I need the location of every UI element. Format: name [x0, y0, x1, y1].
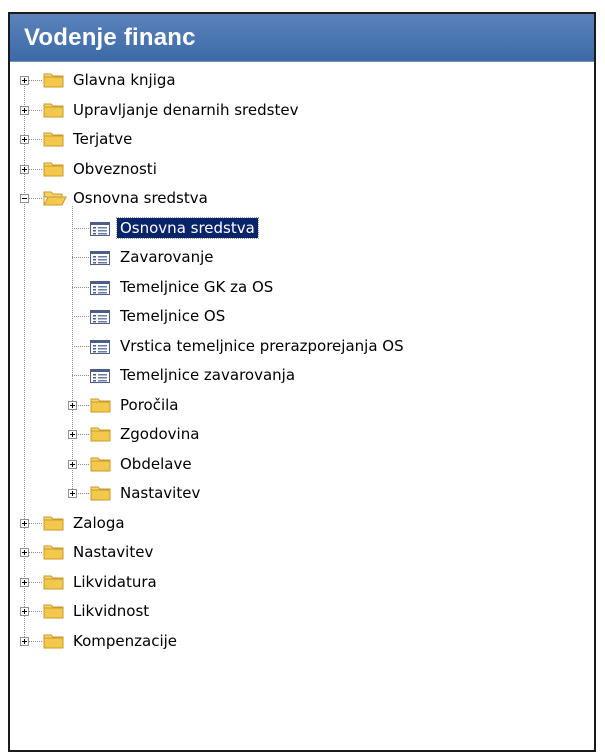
expand-toggle-icon[interactable] [68, 459, 77, 469]
tree-item-label: Obdelave [120, 454, 192, 473]
tree-item-label: Osnovna sredstva [116, 216, 259, 239]
tree-item-glavna-knjiga[interactable]: Glavna knjiga [70, 67, 179, 93]
tree-item-label: Glavna knjiga [73, 71, 176, 89]
folder-icon [43, 514, 65, 535]
expand-toggle-icon[interactable] [20, 518, 29, 528]
tree-connector [72, 316, 89, 317]
tree-item-porocila[interactable]: Poročila [117, 392, 181, 418]
tree-item-osnovna-sredstva[interactable]: Osnovna sredstva [116, 215, 259, 241]
tree-item-label: Obveznosti [73, 159, 157, 178]
expand-toggle-icon[interactable] [20, 577, 29, 587]
expand-toggle-icon[interactable] [20, 164, 29, 174]
expand-toggle-icon[interactable] [68, 400, 77, 410]
folder-icon [43, 71, 65, 92]
form-icon [90, 309, 110, 328]
tree-item-vrstica-temeljnice-prerazporejanja-os[interactable]: Vrstica temeljnice prerazporejanja OS [117, 333, 407, 359]
folder-icon [43, 160, 65, 181]
expand-toggle-icon[interactable] [20, 105, 29, 115]
tree-connector [72, 375, 89, 376]
tree-connector [72, 257, 89, 258]
tree-item-zavarovanje[interactable]: Zavarovanje [117, 244, 217, 270]
expand-toggle-icon[interactable] [20, 135, 29, 144]
tree-item-label: Zaloga [73, 513, 125, 532]
tree-item-label: Temeljnice OS [120, 307, 226, 325]
form-icon [90, 250, 110, 269]
expand-toggle-icon[interactable] [20, 76, 29, 85]
form-icon [90, 368, 110, 387]
folder-icon [43, 130, 65, 151]
tree-item-label: Temeljnice GK za OS [120, 277, 274, 296]
folder-icon [43, 632, 65, 653]
form-icon [90, 339, 110, 358]
tree-item-label: Osnovna sredstva [73, 189, 208, 207]
expand-toggle-icon[interactable] [20, 607, 29, 616]
tree-item-terjatve[interactable]: Terjatve [70, 126, 135, 152]
tree-item-zgodovina[interactable]: Zgodovina [117, 421, 202, 447]
tree-item-temeljnice-zavarovanja[interactable]: Temeljnice zavarovanja [117, 362, 298, 388]
tree-item-label: Likvidatura [73, 572, 157, 591]
tree-item-likvidatura[interactable]: Likvidatura [70, 569, 160, 595]
expand-toggle-icon[interactable] [20, 636, 29, 646]
pane-title-bar: Vodenje financ [10, 14, 594, 62]
tree-connector [72, 286, 89, 288]
tree-item-label: Zgodovina [120, 425, 200, 443]
tree-item-label: Nastavitev [73, 543, 154, 561]
tree-item-temeljnice-gk-za-os[interactable]: Temeljnice GK za OS [117, 274, 276, 300]
tree-guide-line [72, 206, 73, 493]
tree-item-label: Vrstica temeljnice prerazporejanja OS [120, 336, 404, 355]
folder-icon [43, 543, 65, 564]
form-icon [90, 221, 110, 240]
tree-item-obdelave[interactable]: Obdelave [117, 451, 195, 477]
folder-open-icon [43, 189, 67, 210]
tree-item-label: Temeljnice zavarovanja [120, 366, 296, 384]
tree-connector [72, 227, 89, 229]
tree-item-likvidnost[interactable]: Likvidnost [70, 598, 152, 624]
tree-item-label: Poročila [120, 395, 179, 414]
tree-item-osnovna-sredstva[interactable]: Osnovna sredstva [70, 185, 211, 211]
folder-icon [90, 425, 112, 446]
tree-item-nastavitev[interactable]: Nastavitev [70, 539, 156, 565]
tree-item-label: Likvidnost [73, 602, 150, 620]
tree-item-zaloga[interactable]: Zaloga [70, 510, 128, 536]
tree-item-kompenzacije[interactable]: Kompenzacije [70, 628, 180, 654]
tree-item-temeljnice-os[interactable]: Temeljnice OS [117, 303, 228, 329]
navigation-pane: Vodenje financ Glavna knjiga Upravljanje … [8, 12, 596, 752]
tree-item-label: Nastavitev [120, 484, 201, 502]
tree-item-label: Terjatve [73, 130, 133, 148]
expand-toggle-icon[interactable] [68, 430, 77, 439]
folder-icon [90, 455, 112, 476]
form-icon [90, 280, 110, 299]
tree-item-label: Kompenzacije [73, 631, 178, 650]
tree-item-label: Zavarovanje [120, 248, 214, 266]
tree-item-nastavitev[interactable]: Nastavitev [117, 480, 203, 506]
expand-toggle-icon[interactable] [68, 489, 77, 498]
folder-icon [90, 396, 112, 417]
tree-item-label: Upravljanje denarnih sredstev [73, 100, 299, 119]
folder-icon [43, 602, 65, 623]
tree-item-obveznosti[interactable]: Obveznosti [70, 156, 160, 182]
collapse-toggle-icon[interactable] [20, 194, 29, 203]
tree-connector [72, 345, 89, 347]
folder-icon [43, 573, 65, 594]
folder-icon [43, 101, 65, 122]
expand-toggle-icon[interactable] [20, 548, 29, 557]
pane-title: Vodenje financ [24, 23, 196, 51]
folder-icon [90, 484, 112, 505]
tree-item-upravljanje-denarnih-sredstev[interactable]: Upravljanje denarnih sredstev [70, 97, 301, 123]
